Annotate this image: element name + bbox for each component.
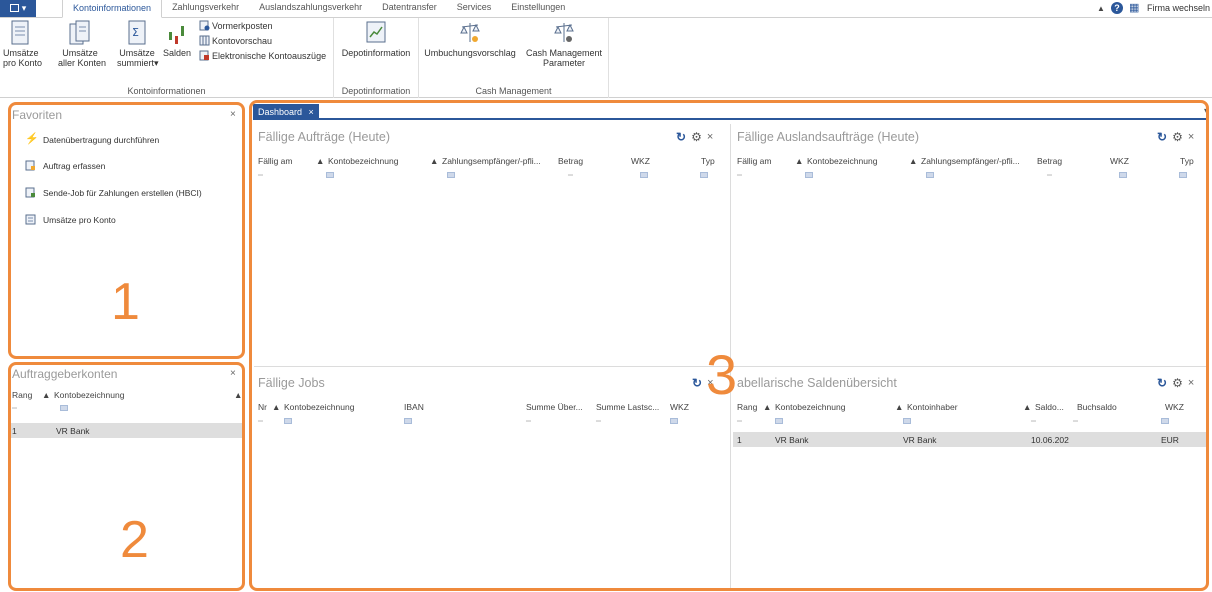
highlight-outline-3 — [249, 100, 1209, 591]
ribbon-tab-bar: ▾ Kontoinformationen Zahlungsverkehr Aus… — [0, 0, 1212, 18]
umsaetze-summiert-button[interactable]: Σ Umsätze summiert▾ — [117, 20, 159, 68]
firma-wechseln-button[interactable]: Firma wechseln — [1147, 3, 1210, 13]
tab-services[interactable]: Services — [447, 0, 502, 17]
cash-management-parameter-label: Cash Management Parameter — [525, 48, 603, 68]
kontoauszuege-label: Elektronische Kontoauszüge — [212, 50, 327, 61]
vormerkposten-icon — [199, 20, 210, 31]
tab-kontoinformationen[interactable]: Kontoinformationen — [62, 0, 163, 18]
group-depotinformation-label: Depotinformation — [341, 86, 411, 96]
kontovorschau-label: Kontovorschau — [212, 35, 273, 46]
umsaetze-summiert-label: Umsätze summiert — [117, 48, 155, 68]
umsaetze-pro-konto-button[interactable]: Umsätze pro Konto — [3, 20, 42, 68]
scale-icon — [460, 23, 480, 42]
group-kontoinformationen-label: Kontoinformationen — [127, 86, 206, 96]
sum-document-icon: Σ — [128, 20, 146, 45]
firm-icon: ▦ — [1128, 2, 1140, 14]
collapse-ribbon-icon[interactable]: ▲ — [1097, 4, 1105, 13]
kontovorschau-icon — [199, 35, 210, 46]
umbuchungsvorschlag-button[interactable]: Umbuchungsvorschlag — [421, 20, 519, 58]
document-icon — [11, 20, 29, 45]
vormerkposten-label: Vormerkposten — [212, 20, 273, 31]
vormerkposten-button[interactable]: Vormerkposten — [199, 20, 273, 31]
kontoauszuege-button[interactable]: Elektronische Kontoauszüge — [199, 50, 326, 61]
tab-auslandszahlungsverkehr[interactable]: Auslandszahlungsverkehr — [249, 0, 372, 17]
scale-gear-icon — [554, 23, 574, 42]
tab-einstellungen[interactable]: Einstellungen — [501, 0, 575, 17]
app-menu-button[interactable]: ▾ — [0, 0, 36, 17]
umsaetze-aller-konten-button[interactable]: Umsätze aller Konten — [58, 20, 106, 68]
group-cash-management: Umbuchungsvorschlag Cash Management Para… — [419, 18, 609, 98]
group-cash-management-label: Cash Management — [475, 86, 552, 96]
umsaetze-aller-konten-label: Umsätze aller Konten — [58, 48, 107, 68]
umbuchungsvorschlag-label: Umbuchungsvorschlag — [424, 48, 516, 58]
highlight-outline-2 — [8, 362, 245, 591]
depotinformation-label: Depotinformation — [341, 48, 411, 58]
group-depotinformation: Depotinformation Depotinformation — [334, 18, 419, 98]
group-kontoinformationen: Umsätze pro Konto Umsätze aller Konten Σ… — [0, 18, 334, 98]
help-icon[interactable]: ? — [1110, 2, 1123, 14]
tab-datentransfer[interactable]: Datentransfer — [372, 0, 447, 17]
tab-zahlungsverkehr[interactable]: Zahlungsverkehr — [162, 0, 249, 17]
ribbon: Umsätze pro Konto Umsätze aller Konten Σ… — [0, 18, 1212, 98]
depotinformation-button[interactable]: Depotinformation — [336, 20, 416, 58]
documents-icon — [69, 20, 90, 45]
highlight-outline-1 — [8, 102, 245, 359]
svg-text:Σ: Σ — [132, 26, 139, 39]
bar-chart-icon — [169, 26, 184, 44]
salden-label: Salden — [162, 48, 192, 58]
salden-button[interactable]: Salden — [162, 20, 192, 58]
depot-chart-icon — [366, 21, 386, 43]
app-menu-icon — [9, 4, 19, 12]
kontovorschau-button[interactable]: Kontovorschau — [199, 35, 272, 46]
umsaetze-pro-konto-label: Umsätze pro Konto — [3, 48, 43, 68]
kontoauszuege-icon — [199, 50, 209, 61]
cash-management-parameter-button[interactable]: Cash Management Parameter — [522, 20, 606, 68]
